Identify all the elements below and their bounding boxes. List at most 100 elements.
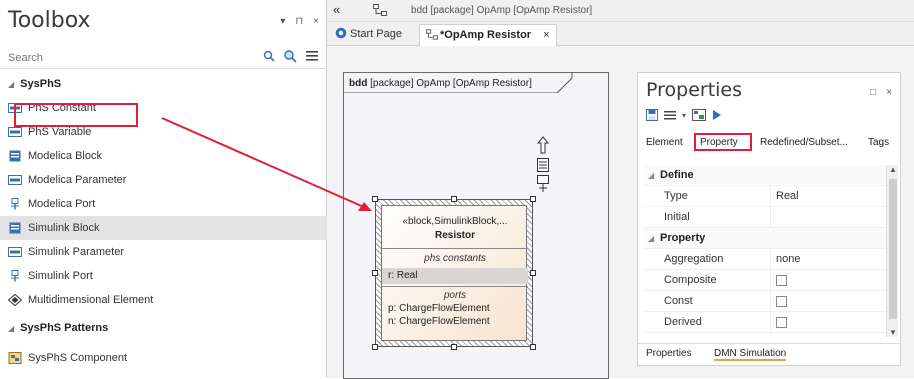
toolbox-item-simulink-block[interactable]: Simulink Block bbox=[0, 216, 327, 240]
toolbox-item-modelica-parameter[interactable]: Modelica Parameter bbox=[0, 168, 327, 192]
property-key: Aggregation bbox=[664, 253, 724, 265]
resistor-block[interactable]: «block,SimulinkBlock,... Resistor phs co… bbox=[372, 196, 536, 350]
item-label: Simulink Parameter bbox=[28, 246, 124, 258]
scroll-up-icon[interactable]: ▲ bbox=[889, 165, 897, 174]
item-label: Modelica Block bbox=[28, 150, 102, 162]
port-p[interactable]: p: ChargeFlowElement bbox=[388, 303, 490, 314]
compartment-title-ports: ports bbox=[443, 290, 467, 301]
item-label: Modelica Parameter bbox=[28, 174, 127, 186]
close-icon[interactable]: × bbox=[886, 87, 892, 98]
maximize-icon[interactable]: □ bbox=[870, 87, 876, 98]
resize-handle[interactable] bbox=[530, 344, 536, 350]
search-icon[interactable] bbox=[263, 50, 275, 62]
tab-start-page[interactable]: Start Page bbox=[329, 24, 408, 46]
resize-handle[interactable] bbox=[530, 270, 536, 276]
close-tab-icon[interactable]: × bbox=[543, 29, 549, 41]
frame-label-kind: bdd bbox=[349, 78, 368, 89]
resize-handle[interactable] bbox=[372, 344, 378, 350]
diagram-icon bbox=[373, 4, 387, 16]
compartment-title-phs-constants: phs constants bbox=[424, 253, 486, 264]
toolbox-item-simulink-parameter[interactable]: Simulink Parameter bbox=[0, 240, 327, 264]
find-icon[interactable] bbox=[283, 49, 297, 63]
bottom-tab-properties[interactable]: Properties bbox=[646, 348, 692, 359]
component-icon bbox=[8, 352, 22, 364]
highlight-box-phs-constant bbox=[14, 103, 138, 127]
bottom-tab-dmn-simulation[interactable]: DMN Simulation bbox=[714, 348, 787, 361]
scroll-thumb[interactable] bbox=[889, 179, 897, 319]
search-input[interactable] bbox=[6, 49, 226, 67]
close-icon[interactable]: × bbox=[313, 16, 319, 27]
section-label: Property bbox=[660, 232, 706, 244]
start-page-icon bbox=[335, 27, 347, 39]
block-name: Resistor bbox=[434, 230, 475, 241]
pin-icon[interactable]: ⊓ bbox=[295, 16, 303, 27]
port-n[interactable]: n: ChargeFlowElement bbox=[388, 316, 490, 327]
dropdown-icon[interactable]: ▾ bbox=[280, 16, 285, 27]
resize-handle[interactable] bbox=[372, 270, 378, 276]
port-add-icon[interactable] bbox=[537, 175, 549, 193]
properties-tabs: Element Property Redefined/Subset... Tag… bbox=[638, 131, 900, 155]
collapse-icon[interactable]: ◢ bbox=[648, 165, 654, 186]
property-key: Type bbox=[664, 190, 688, 202]
resize-handle[interactable] bbox=[372, 196, 378, 202]
quick-link-arrow-icon[interactable] bbox=[537, 136, 549, 154]
section-property[interactable]: ◢ Property bbox=[644, 228, 888, 249]
item-label: Simulink Block bbox=[28, 222, 100, 234]
toolbox-title: Toolbox bbox=[8, 8, 91, 33]
toolbox-window-controls: ▾ ⊓ × bbox=[280, 16, 319, 27]
item-label: PhS Variable bbox=[28, 126, 92, 138]
multidimensional-icon bbox=[8, 294, 22, 306]
collapse-icon[interactable]: ◢ bbox=[648, 228, 654, 249]
collapse-icon[interactable]: ◢ bbox=[8, 80, 14, 89]
property-scrollbar[interactable]: ▲ ▼ bbox=[886, 165, 898, 337]
tab-opamp-resistor[interactable]: *OpAmp Resistor × bbox=[419, 24, 557, 46]
const-checkbox[interactable] bbox=[776, 296, 787, 307]
collapse-icon[interactable]: ◢ bbox=[8, 324, 14, 333]
resize-handle[interactable] bbox=[530, 196, 536, 202]
back-button[interactable]: « bbox=[333, 2, 340, 17]
property-value[interactable]: Real bbox=[776, 186, 799, 207]
element-browser-icon[interactable] bbox=[692, 109, 707, 121]
toolbox-item-sysphs-component[interactable]: SysPhS Component bbox=[0, 346, 327, 370]
resize-handle[interactable] bbox=[451, 344, 457, 350]
tab-redefined-subset[interactable]: Redefined/Subset... bbox=[760, 137, 848, 148]
column-divider bbox=[770, 186, 771, 207]
property-row-const[interactable]: Const bbox=[644, 291, 888, 312]
property-row-initial[interactable]: Initial bbox=[644, 207, 888, 228]
property-row-derived[interactable]: Derived bbox=[644, 312, 888, 333]
section-label: Define bbox=[660, 169, 694, 181]
group-header-sysphs[interactable]: ◢ SysPhS bbox=[0, 72, 327, 96]
item-label: Simulink Port bbox=[28, 270, 93, 282]
column-divider bbox=[770, 291, 771, 312]
compartment-list-icon[interactable] bbox=[537, 158, 549, 172]
menu-icon[interactable] bbox=[664, 109, 676, 121]
column-divider bbox=[770, 207, 771, 228]
dropdown-icon[interactable]: ▾ bbox=[682, 111, 686, 120]
menu-icon[interactable] bbox=[305, 50, 319, 62]
group-label: SysPhS bbox=[20, 78, 62, 90]
property-grid: ◢ Define Type Real Initial ◢ Property Aggre… bbox=[644, 165, 888, 333]
group-header-sysphs-patterns[interactable]: ◢ SysPhS Patterns bbox=[0, 316, 327, 340]
tab-tags[interactable]: Tags bbox=[868, 137, 889, 148]
toolbox-item-modelica-block[interactable]: Modelica Block bbox=[0, 144, 327, 168]
compartment-divider bbox=[382, 286, 528, 287]
derived-checkbox[interactable] bbox=[776, 317, 787, 328]
scroll-down-icon[interactable]: ▼ bbox=[889, 328, 897, 337]
resize-handle[interactable] bbox=[451, 196, 457, 202]
attribute-row-r[interactable]: r: Real bbox=[382, 268, 528, 284]
section-define[interactable]: ◢ Define bbox=[644, 165, 888, 186]
property-value[interactable]: none bbox=[776, 249, 800, 270]
property-row-composite[interactable]: Composite bbox=[644, 270, 888, 291]
toolbox-item-simulink-port[interactable]: Simulink Port bbox=[0, 264, 327, 288]
item-label: Multidimensional Element bbox=[28, 294, 154, 306]
property-row-type[interactable]: Type Real bbox=[644, 186, 888, 207]
block-stereotype: «block,SimulinkBlock,... bbox=[402, 216, 508, 227]
save-icon[interactable] bbox=[646, 109, 658, 121]
toolbox-item-modelica-port[interactable]: Modelica Port bbox=[0, 192, 327, 216]
composite-checkbox[interactable] bbox=[776, 275, 787, 286]
tab-element[interactable]: Element bbox=[646, 137, 683, 148]
property-row-aggregation[interactable]: Aggregation none bbox=[644, 249, 888, 270]
diagram-path: bdd [package] OpAmp [OpAmp Resistor] bbox=[411, 5, 593, 16]
toolbox-item-multidimensional-element[interactable]: Multidimensional Element bbox=[0, 288, 327, 312]
play-icon[interactable] bbox=[712, 109, 722, 121]
